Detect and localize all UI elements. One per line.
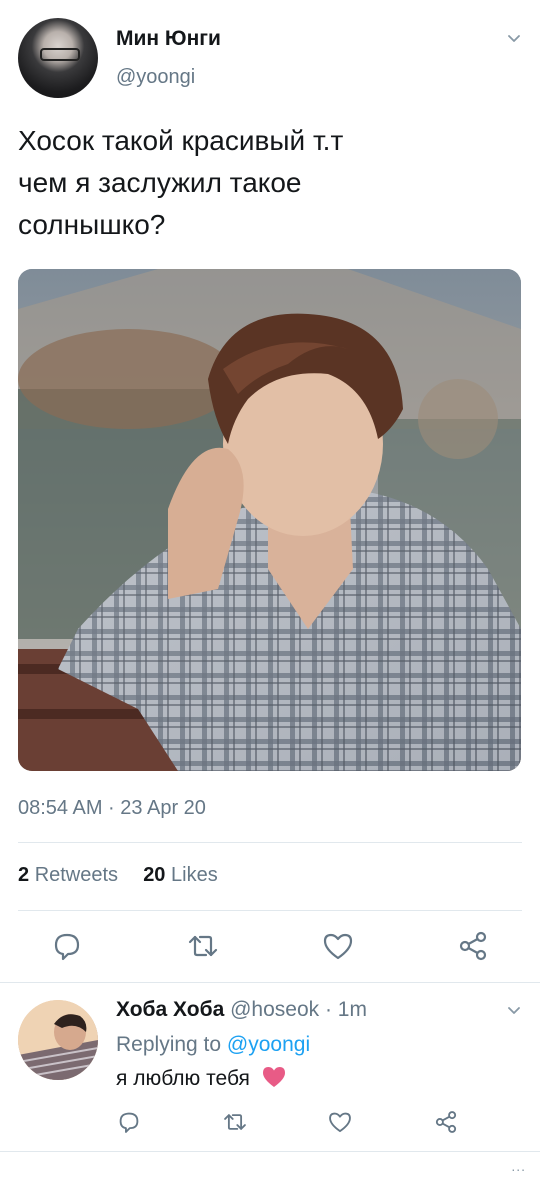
heart-icon[interactable]: [321, 929, 355, 963]
tweet-stats: 2 Retweets 20 Likes: [18, 864, 218, 887]
likes-stat[interactable]: 20 Likes: [143, 864, 218, 886]
tweet-timestamp[interactable]: 08:54 AM · 23 Apr 20: [18, 797, 206, 820]
pink-heart-icon: [262, 1067, 285, 1087]
reply-text: я люблю тебя: [116, 1066, 286, 1091]
author-name[interactable]: Мин Юнги: [116, 27, 221, 51]
author-avatar[interactable]: [18, 18, 98, 98]
retweets-count: 2: [18, 864, 30, 886]
share-icon[interactable]: [456, 929, 490, 963]
replying-to: Replying to @yoongi: [116, 1033, 310, 1057]
retweets-stat[interactable]: 2 Retweets: [18, 864, 118, 886]
reply-author-handle: @hoseok · 1m: [230, 998, 367, 1021]
section-divider: [0, 1151, 540, 1152]
reply-author[interactable]: Хоба Хоба @hoseok · 1m: [116, 998, 367, 1022]
tweet-text-line: солнышко?: [18, 209, 166, 240]
more-indicator: ...: [511, 1158, 526, 1174]
reply-avatar-illustration: [18, 1000, 98, 1080]
tweet-photo[interactable]: [18, 269, 521, 771]
avatar-glasses: [40, 48, 80, 61]
reply-author-name: Хоба Хоба: [116, 998, 225, 1021]
share-icon[interactable]: [433, 1109, 459, 1135]
comment-icon[interactable]: [50, 929, 84, 963]
replying-to-label: Replying to: [116, 1033, 222, 1056]
tweet-text-line: Хосок такой красивый т.т: [18, 125, 344, 156]
retweet-icon[interactable]: [222, 1109, 248, 1135]
divider: [18, 910, 522, 911]
comment-icon[interactable]: [116, 1109, 142, 1135]
replying-to-handle[interactable]: @yoongi: [227, 1033, 310, 1056]
tweet-text: Хосок такой красивый т.т чем я заслужил …: [18, 120, 518, 246]
tweet-text-line: чем я заслужил такое: [18, 167, 302, 198]
section-divider: [0, 982, 540, 983]
chevron-down-icon[interactable]: [507, 32, 521, 46]
divider: [18, 842, 522, 843]
chevron-down-icon[interactable]: [507, 1004, 521, 1018]
likes-label: Likes: [171, 864, 218, 886]
author-handle[interactable]: @yoongi: [116, 66, 195, 89]
reply-text-content: я люблю тебя: [116, 1067, 250, 1090]
reply-author-avatar[interactable]: [18, 1000, 98, 1080]
retweets-label: Retweets: [34, 864, 119, 886]
photo-illustration: [18, 269, 521, 771]
retweet-icon[interactable]: [186, 929, 220, 963]
likes-count: 20: [143, 864, 166, 886]
heart-icon[interactable]: [327, 1109, 353, 1135]
